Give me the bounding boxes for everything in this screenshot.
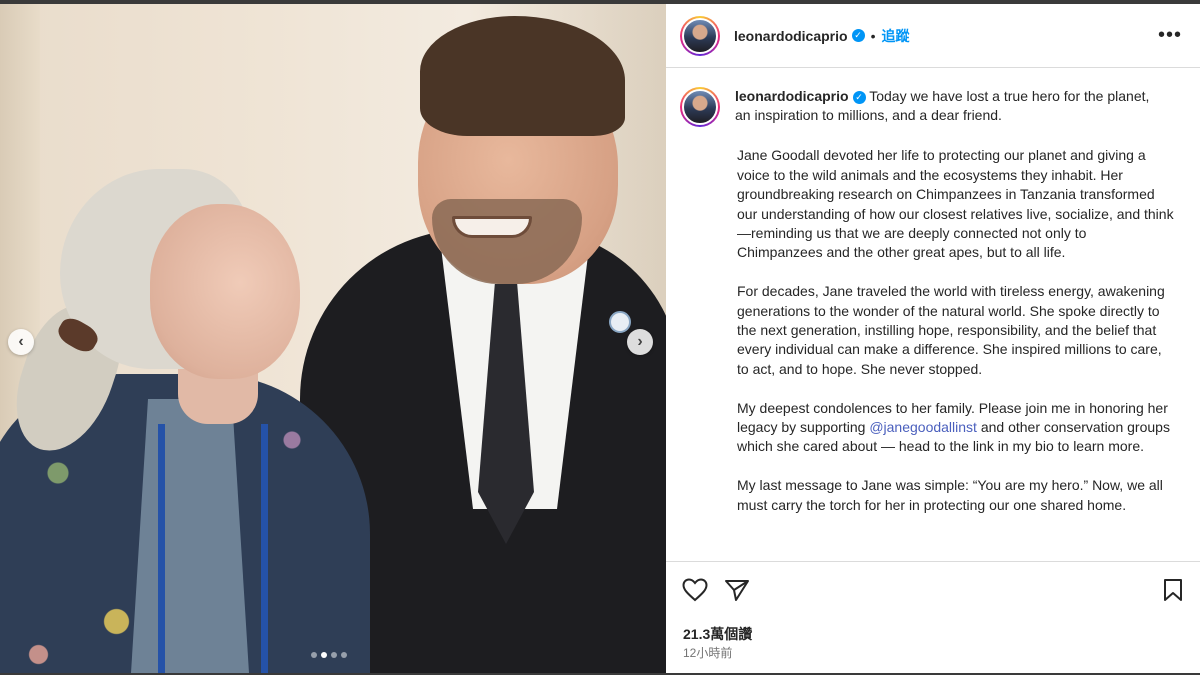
caption-paragraph: For decades, Jane traveled the world wit…	[737, 283, 1165, 377]
header-separator: •	[870, 27, 876, 44]
author-username[interactable]: leonardodicaprio	[734, 28, 848, 44]
caption-username[interactable]: leonardodicaprio	[735, 88, 849, 104]
lapel-pin	[609, 311, 631, 333]
action-bar: 21.3萬個讚 12小時前	[666, 561, 1200, 673]
caption-first-line: leonardodicaprio ✓ Today we have lost a t…	[735, 87, 1167, 127]
verified-badge-icon: ✓	[852, 90, 866, 104]
woman-face	[150, 204, 300, 379]
bookmark-icon[interactable]	[1162, 578, 1184, 607]
carousel-prev-button[interactable]: ‹	[8, 329, 34, 355]
post-photo[interactable]: ‹ ›	[0, 4, 666, 675]
carousel-dot-active	[321, 652, 327, 658]
chevron-left-icon: ‹	[18, 333, 24, 350]
post-timestamp[interactable]: 12小時前	[683, 644, 732, 661]
caption-paragraph: Jane Goodall devoted her life to protect…	[737, 147, 1174, 261]
caption-paragraph: My deepest condolences to her family. Pl…	[737, 399, 1175, 457]
carousel-next-button[interactable]: ›	[627, 329, 653, 355]
caption-scroll-area[interactable]: leonardodicaprio ✓ Today we have lost a t…	[666, 69, 1200, 561]
carousel-dot	[331, 652, 337, 658]
follow-button[interactable]: 追蹤	[881, 26, 909, 46]
carousel-dot	[341, 652, 347, 658]
post-details-panel: leonardodicaprio ✓ • 追蹤 ••• leonardodica…	[666, 4, 1200, 673]
verified-badge-icon: ✓	[851, 29, 865, 42]
mention-link[interactable]: @janegoodallinst	[869, 419, 977, 435]
carousel-indicator	[311, 652, 347, 658]
chevron-right-icon: ›	[637, 333, 643, 350]
paper-plane-icon[interactable]	[724, 578, 750, 607]
caption-avatar[interactable]	[680, 87, 720, 127]
caption-paragraph: My last message to Jane was simple: “You…	[737, 477, 1163, 513]
more-options-icon[interactable]: •••	[1158, 24, 1182, 47]
carousel-dot	[311, 652, 317, 658]
author-avatar[interactable]	[680, 15, 720, 56]
post-header: leonardodicaprio ✓ • 追蹤 •••	[666, 4, 1200, 68]
avatar-image	[682, 89, 718, 125]
likes-count[interactable]: 21.3萬個讚	[683, 624, 752, 644]
man-smile	[452, 216, 532, 238]
heart-icon[interactable]	[682, 578, 708, 607]
woman-lanyard	[158, 424, 268, 675]
avatar-image	[682, 17, 718, 54]
caption-row: leonardodicaprio ✓ Today we have lost a t…	[680, 87, 1172, 127]
